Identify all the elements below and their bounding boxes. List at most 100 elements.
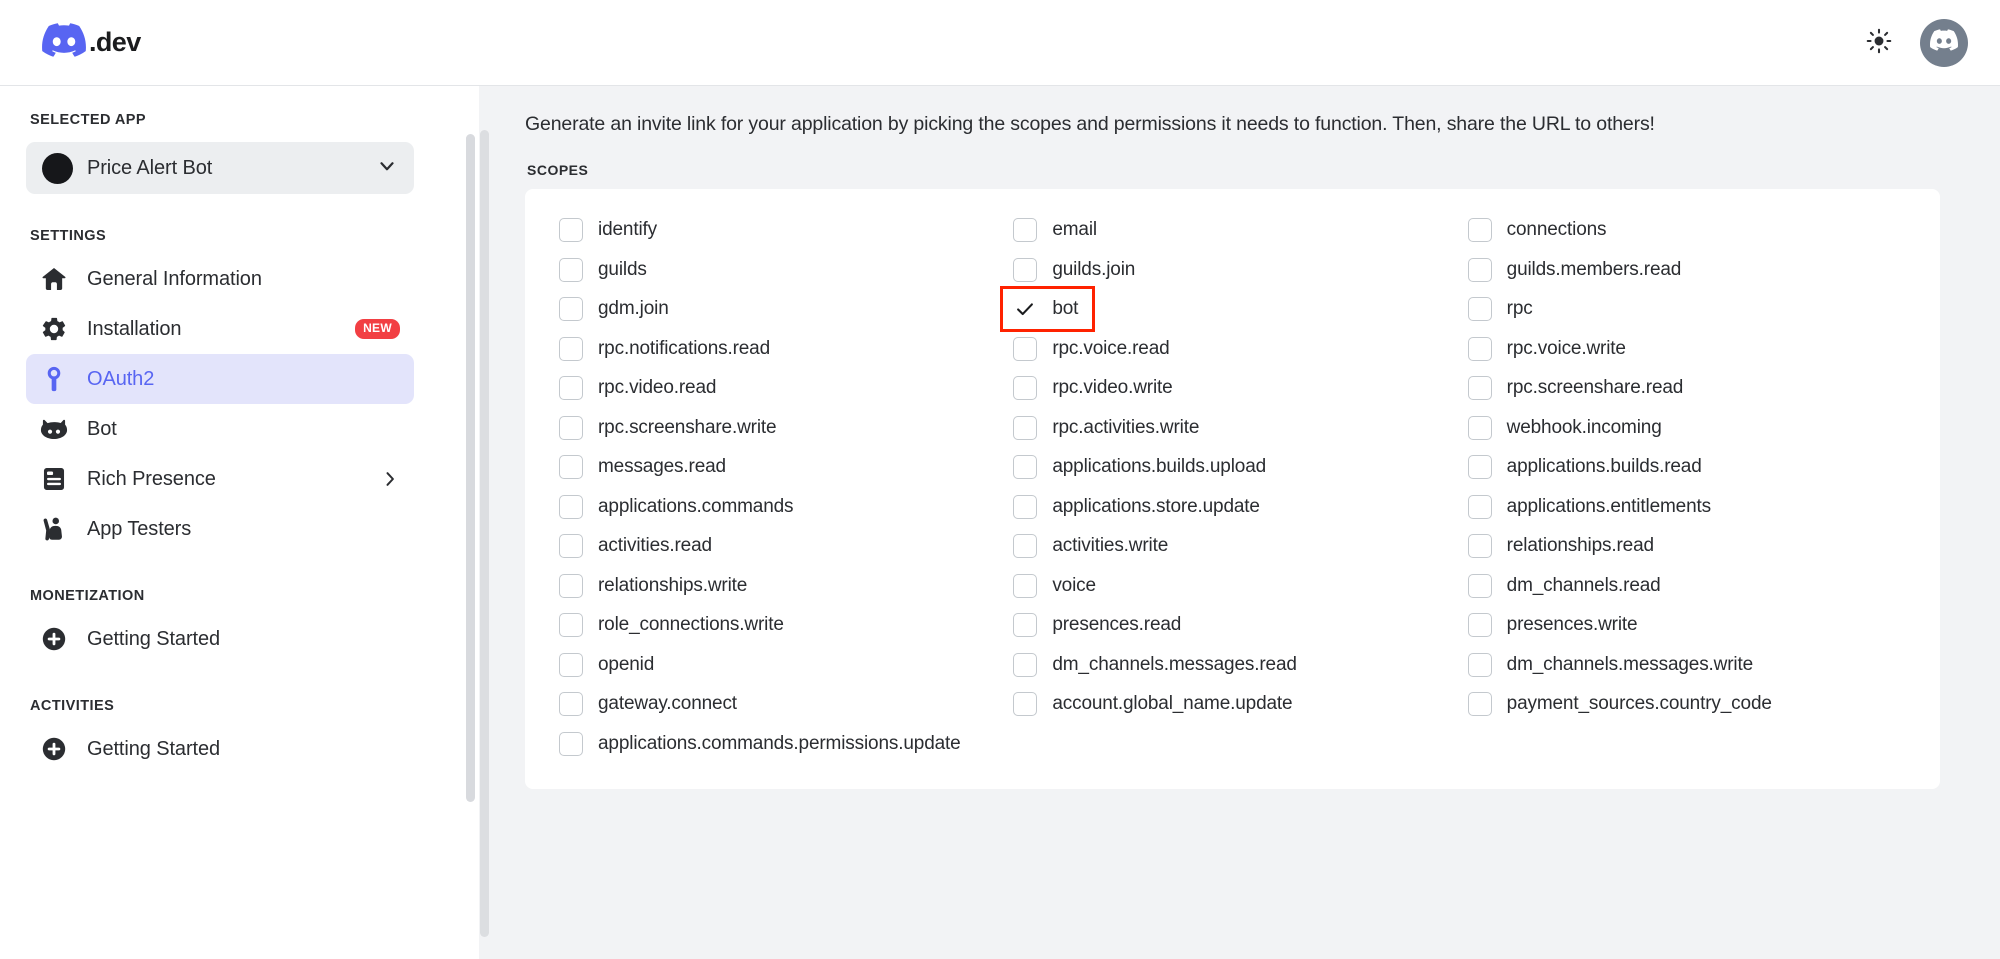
scope-checkbox-connections[interactable]: connections	[1464, 210, 1910, 250]
checkbox-box[interactable]	[1467, 534, 1492, 559]
checkbox-box[interactable]	[1013, 336, 1038, 361]
checkbox-box[interactable]	[1467, 376, 1492, 401]
checkbox-box[interactable]	[1467, 297, 1492, 322]
scope-checkbox-dm-channels-messages-read[interactable]: dm_channels.messages.read	[1009, 645, 1455, 685]
checkbox-box[interactable]	[559, 415, 583, 440]
chevron-right-icon[interactable]	[380, 469, 400, 489]
sidebar-item-getting-started[interactable]: Getting Started	[26, 614, 414, 664]
scope-checkbox-applications-builds-read[interactable]: applications.builds.read	[1464, 447, 1910, 487]
scope-checkbox-rpc[interactable]: rpc	[1464, 289, 1910, 329]
scope-checkbox-rpc-activities-write[interactable]: rpc.activities.write	[1009, 408, 1455, 448]
scope-checkbox-messages-read[interactable]: messages.read	[555, 447, 1001, 487]
sidebar-item-general-information[interactable]: General Information	[26, 254, 414, 304]
checkbox-box[interactable]	[1467, 218, 1492, 243]
checkbox-box[interactable]	[1013, 415, 1038, 440]
scope-checkbox-rpc-screenshare-read[interactable]: rpc.screenshare.read	[1464, 368, 1910, 408]
scope-checkbox-rpc-voice-write[interactable]: rpc.voice.write	[1464, 329, 1910, 369]
scope-checkbox-bot[interactable]: bot	[1000, 286, 1096, 332]
brand-logo[interactable]: .dev	[42, 23, 141, 62]
scope-checkbox-gateway-connect[interactable]: gateway.connect	[555, 684, 1001, 724]
sidebar-item-installation[interactable]: Installation NEW	[26, 304, 414, 354]
scope-checkbox-guilds-members-read[interactable]: guilds.members.read	[1464, 250, 1910, 290]
scope-checkbox-applications-commands[interactable]: applications.commands	[555, 487, 1001, 527]
scope-checkbox-presences-read[interactable]: presences.read	[1009, 605, 1455, 645]
scope-checkbox-rpc-video-read[interactable]: rpc.video.read	[555, 368, 1001, 408]
scope-checkbox-applications-builds-upload[interactable]: applications.builds.upload	[1009, 447, 1455, 487]
scope-checkbox-identify[interactable]: identify	[555, 210, 1001, 250]
checkbox-box[interactable]	[1467, 692, 1492, 717]
checkbox-box[interactable]	[1467, 257, 1492, 282]
scope-checkbox-activities-write[interactable]: activities.write	[1009, 526, 1455, 566]
scope-checkbox-payment-sources-country-code[interactable]: payment_sources.country_code	[1464, 684, 1910, 724]
sidebar-item-getting-started[interactable]: Getting Started	[26, 724, 414, 774]
scope-checkbox-guilds[interactable]: guilds	[555, 250, 1001, 290]
checkbox-box[interactable]	[559, 376, 583, 401]
checkbox-box[interactable]	[559, 692, 583, 717]
scope-checkbox-rpc-screenshare-write[interactable]: rpc.screenshare.write	[555, 408, 1001, 448]
user-avatar[interactable]	[1920, 18, 1968, 67]
scope-checkbox-guilds-join[interactable]: guilds.join	[1009, 250, 1455, 290]
scope-checkbox-relationships-write[interactable]: relationships.write	[555, 566, 1001, 606]
checkbox-box[interactable]	[1467, 573, 1492, 598]
sidebar-item-bot[interactable]: Bot	[26, 404, 414, 454]
sidebar-item-rich-presence[interactable]: Rich Presence	[26, 454, 414, 504]
scope-checkbox-webhook-incoming[interactable]: webhook.incoming	[1464, 408, 1910, 448]
scope-checkbox-applications-commands-permissions-update[interactable]: applications.commands.permissions.update	[555, 724, 1001, 764]
checkbox-box[interactable]	[1013, 652, 1038, 677]
checkbox-box[interactable]	[1013, 692, 1038, 717]
scope-checkbox-rpc-voice-read[interactable]: rpc.voice.read	[1009, 329, 1455, 369]
scope-checkbox-rpc-notifications-read[interactable]: rpc.notifications.read	[555, 329, 1001, 369]
scope-checkbox-presences-write[interactable]: presences.write	[1464, 605, 1910, 645]
checkbox-box[interactable]	[1013, 573, 1038, 598]
scope-checkbox-account-global-name-update[interactable]: account.global_name.update	[1009, 684, 1455, 724]
checkbox-box[interactable]	[1467, 415, 1492, 440]
scope-checkbox-activities-read[interactable]: activities.read	[555, 526, 1001, 566]
checkbox-box[interactable]	[1467, 613, 1492, 638]
checkbox-box[interactable]	[1013, 455, 1038, 480]
scope-label: messages.read	[598, 456, 726, 478]
scope-checkbox-rpc-video-write[interactable]: rpc.video.write	[1009, 368, 1455, 408]
checkbox-box[interactable]	[559, 573, 583, 598]
selected-app-dropdown[interactable]: Price Alert Bot	[26, 142, 414, 194]
checkbox-box[interactable]	[1467, 455, 1492, 480]
checkbox-box[interactable]	[559, 336, 583, 361]
checkbox-box[interactable]	[559, 455, 583, 480]
sidebar-scrollbar-thumb[interactable]	[466, 134, 475, 802]
sidebar-item-oauth2[interactable]: OAuth2	[26, 354, 414, 404]
sidebar-item-app-testers[interactable]: App Testers	[26, 504, 414, 554]
scope-checkbox-email[interactable]: email	[1009, 210, 1455, 250]
scope-checkbox-role-connections-write[interactable]: role_connections.write	[555, 605, 1001, 645]
checkbox-box[interactable]	[559, 494, 583, 519]
scope-checkbox-dm-channels-messages-write[interactable]: dm_channels.messages.write	[1464, 645, 1910, 685]
checkbox-box[interactable]	[1467, 336, 1492, 361]
checkbox-box[interactable]	[559, 257, 583, 282]
scope-checkbox-applications-store-update[interactable]: applications.store.update	[1009, 487, 1455, 527]
scope-checkbox-openid[interactable]: openid	[555, 645, 1001, 685]
checkbox-box[interactable]	[559, 731, 583, 756]
checkbox-box[interactable]	[1013, 613, 1038, 638]
scope-label: account.global_name.update	[1052, 693, 1293, 715]
check-icon	[1013, 297, 1037, 321]
scope-checkbox-gdm-join[interactable]: gdm.join	[555, 289, 1001, 329]
checkbox-box[interactable]	[559, 297, 583, 322]
checkbox-box[interactable]	[559, 218, 583, 243]
theme-toggle-button[interactable]	[1862, 26, 1896, 60]
scope-checkbox-voice[interactable]: voice	[1009, 566, 1455, 606]
checkbox-box[interactable]	[1013, 257, 1038, 282]
checkbox-box[interactable]	[1467, 652, 1492, 677]
checkbox-box[interactable]	[559, 652, 583, 677]
new-badge: NEW	[355, 319, 400, 339]
checkbox-box[interactable]	[559, 613, 583, 638]
checkbox-box[interactable]	[1013, 534, 1038, 559]
checkbox-box[interactable]	[1013, 376, 1038, 401]
top-bar-actions	[1862, 18, 1968, 67]
checkbox-box[interactable]	[1013, 494, 1038, 519]
scope-checkbox-relationships-read[interactable]: relationships.read	[1464, 526, 1910, 566]
scope-checkbox-applications-entitlements[interactable]: applications.entitlements	[1464, 487, 1910, 527]
checkbox-box[interactable]	[1467, 494, 1492, 519]
checkbox-box[interactable]	[1013, 218, 1038, 243]
main-scrollbar-thumb[interactable]	[480, 130, 489, 937]
checkbox-box[interactable]	[559, 534, 583, 559]
scope-checkbox-dm-channels-read[interactable]: dm_channels.read	[1464, 566, 1910, 606]
bot-icon	[39, 414, 69, 444]
